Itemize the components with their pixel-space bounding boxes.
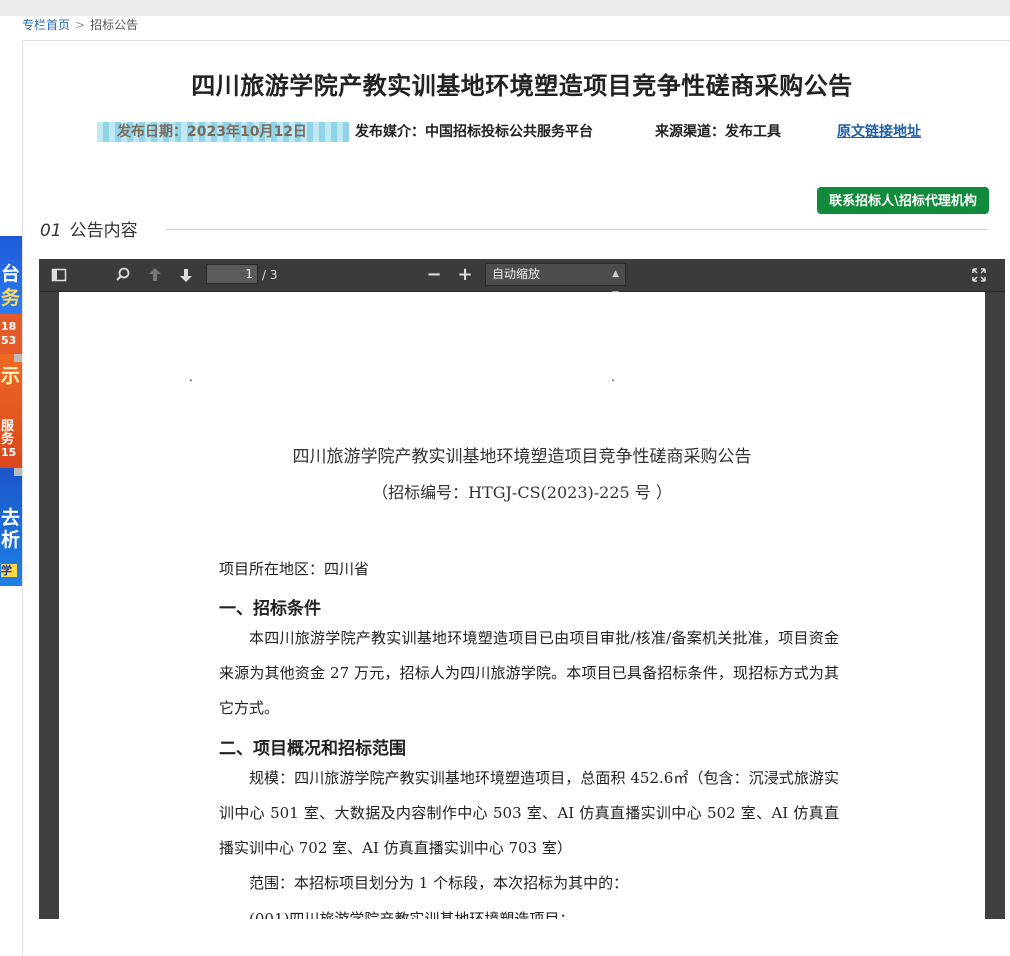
search-icon[interactable] <box>115 265 133 285</box>
publish-date: 发布日期：2023年10月12日 <box>97 122 349 142</box>
doc-dot: . <box>189 370 193 384</box>
original-link[interactable]: 原文链接地址 <box>837 122 921 142</box>
section-heading: 01 公告内容 <box>40 216 138 241</box>
section-label: 公告内容 <box>69 221 138 241</box>
doc-paragraph-3: 范围：本招标项目划分为 1 个标段，本次招标为其中的： <box>249 874 629 892</box>
ad-text: 15 <box>1 446 17 459</box>
side-ad-3[interactable]: 示 服务 15 <box>0 354 22 468</box>
pdf-page: . . 四川旅游学院产教实训基地环境塑造项目竞争性磋商采购公告 （招标编号：HT… <box>59 292 985 919</box>
pdf-toolbar: 1 / 3 − + 自动缩放 ▲▼ <box>39 259 1005 300</box>
side-ad-strip: 台 务 18 53 示 服务 15 去 析 学 <box>0 236 22 586</box>
page-total: / 3 <box>262 268 278 282</box>
side-ad-2[interactable]: 18 53 <box>0 314 22 354</box>
ad-text: 务 <box>1 287 21 309</box>
zoom-select[interactable]: 自动缩放 ▲▼ <box>485 263 626 300</box>
page-number-input[interactable]: 1 <box>206 264 258 284</box>
side-ad-1[interactable]: 台 务 <box>0 236 22 314</box>
viewer-right-gutter <box>985 292 1005 919</box>
ad-text: 台 <box>1 263 21 285</box>
publish-date-value: 2023年10月12日 <box>187 124 307 140</box>
article-meta-row: 发布日期：2023年10月12日 发布媒介：中国招标投标公共服务平台 来源渠道：… <box>22 122 1010 142</box>
pdf-viewer: 1 / 3 − + 自动缩放 ▲▼ . . 四川旅游学院产教实训基地环境塑造项目… <box>39 259 1005 919</box>
zoom-in-button[interactable]: + <box>456 265 474 285</box>
sidebar-toggle-icon[interactable] <box>51 265 69 285</box>
breadcrumb: 专栏首页 > 招标公告 <box>22 16 138 34</box>
doc-dot: . <box>611 370 615 384</box>
doc-heading-2: 二、项目概况和招标范围 <box>219 739 406 759</box>
previous-page-icon[interactable] <box>147 265 165 285</box>
ad-text: 18 <box>1 320 17 333</box>
doc-code: （招标编号：HTGJ-CS(2023)-225 号 ） <box>372 483 672 502</box>
ad-text: 去 <box>1 507 21 529</box>
ad-text: 示 <box>1 365 21 387</box>
publish-date-label: 发布日期： <box>117 124 187 140</box>
ad-text: 析 <box>1 529 21 551</box>
doc-paragraph-4: (001)四川旅游学院产教实训基地环境塑造项目； <box>249 910 575 919</box>
close-icon[interactable] <box>14 354 22 362</box>
top-bar <box>0 0 1010 16</box>
close-icon[interactable] <box>14 468 22 476</box>
doc-title: 四川旅游学院产教实训基地环境塑造项目竞争性磋商采购公告 <box>292 447 752 467</box>
zoom-out-button[interactable]: − <box>425 265 443 285</box>
section-divider <box>166 229 988 230</box>
breadcrumb-home-link[interactable]: 专栏首页 <box>22 18 70 32</box>
section-number: 01 <box>40 221 62 241</box>
side-ad-4[interactable]: 去 析 学 <box>0 468 22 586</box>
ad-text: 学 <box>1 564 17 577</box>
doc-region: 项目所在地区：四川省 <box>219 560 370 578</box>
next-page-icon[interactable] <box>178 265 196 285</box>
ad-text: 服务 <box>1 419 15 447</box>
doc-heading-1: 一、招标条件 <box>219 599 321 619</box>
chevron-right-icon: > <box>75 18 86 32</box>
zoom-select-value: 自动缩放 <box>492 267 541 281</box>
source-channel: 来源渠道：发布工具 <box>655 124 781 140</box>
doc-paragraph-2: 规模：四川旅游学院产教实训基地环境塑造项目，总面积 452.6㎡（包含：沉浸式旅… <box>219 769 839 857</box>
ad-text: 53 <box>1 334 17 347</box>
page-title: 四川旅游学院产教实训基地环境塑造项目竞争性磋商采购公告 <box>191 72 853 100</box>
contact-agency-button[interactable]: 联系招标人\招标代理机构 <box>817 187 989 214</box>
breadcrumb-current: 招标公告 <box>90 18 139 32</box>
fullscreen-icon[interactable] <box>971 265 989 285</box>
publish-media: 发布媒介：中国招标投标公共服务平台 <box>355 124 593 140</box>
doc-paragraph-1: 本四川旅游学院产教实训基地环境塑造项目已由项目审批/核准/备案机关批准，项目资金… <box>219 629 839 717</box>
